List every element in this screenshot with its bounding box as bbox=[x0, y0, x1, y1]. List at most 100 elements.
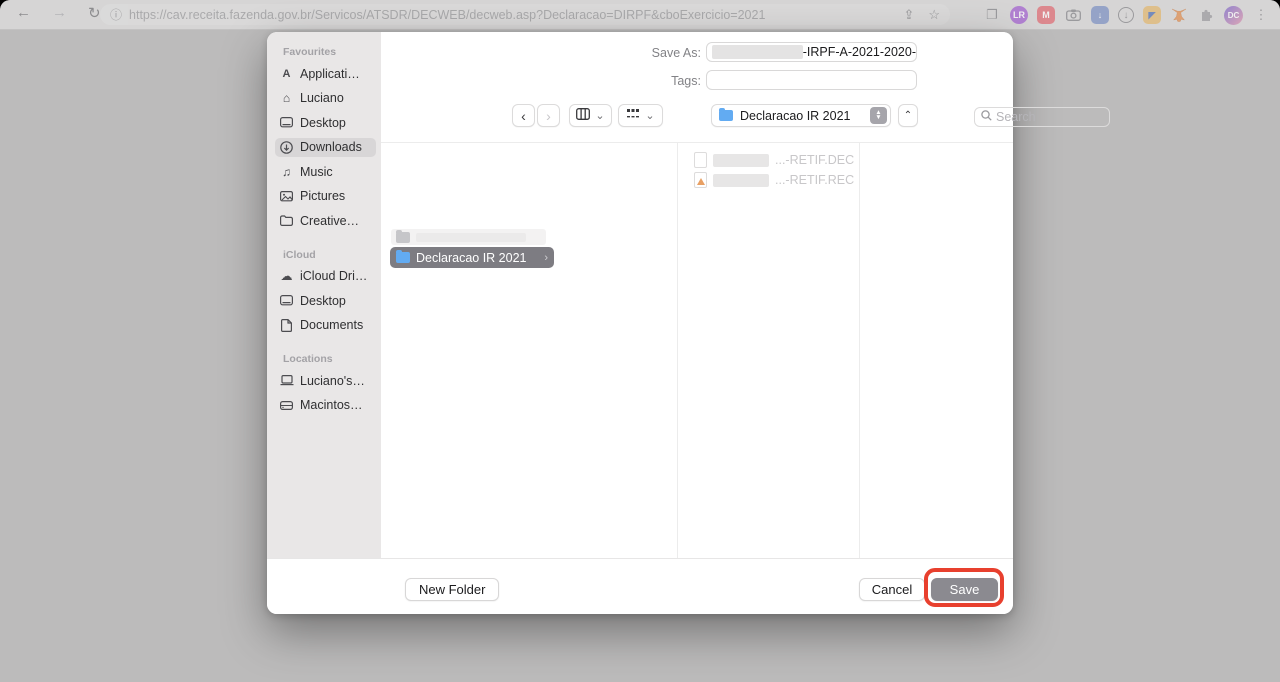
dialog-forward-button[interactable]: › bbox=[537, 104, 560, 127]
sidebar-item-label: Applicati… bbox=[300, 67, 360, 81]
profile-avatar[interactable]: DC bbox=[1224, 6, 1243, 25]
laptop-icon bbox=[279, 373, 294, 388]
sidebar-item-desktop[interactable]: Desktop bbox=[275, 113, 376, 132]
redacted-filename-block bbox=[713, 154, 769, 167]
column-view-button[interactable]: ⌄ bbox=[569, 104, 612, 127]
dialog-footer: New Folder Cancel Save bbox=[267, 558, 1013, 614]
sidebar-item-downloads[interactable]: Downloads bbox=[275, 138, 376, 157]
sidebar-item-lucianos-mac[interactable]: Luciano's… bbox=[275, 371, 376, 390]
download-badge-icon[interactable]: ↓ bbox=[1091, 6, 1109, 24]
cloud-icon: ☁ bbox=[279, 269, 294, 284]
folder-icon bbox=[279, 213, 294, 228]
forward-icon[interactable]: → bbox=[52, 4, 67, 21]
sidebar-item-documents[interactable]: Documents bbox=[275, 316, 376, 335]
save-as-label: Save As: bbox=[621, 46, 701, 60]
tags-label: Tags: bbox=[621, 74, 701, 88]
dialog-back-button[interactable]: ‹ bbox=[512, 104, 535, 127]
folder-icon bbox=[396, 232, 410, 243]
tags-field[interactable] bbox=[706, 70, 917, 90]
chevron-up-icon: ⌃ bbox=[904, 110, 912, 121]
redacted-folder-row bbox=[391, 229, 546, 245]
url-bar[interactable]: ⓘ https://cav.receita.fazenda.gov.br/Ser… bbox=[100, 4, 950, 25]
sidebar-item-label: Luciano bbox=[300, 91, 344, 105]
sidebar-item-label: Desktop bbox=[300, 294, 346, 308]
browser-window: ← → ↻ ⓘ https://cav.receita.fazenda.gov.… bbox=[0, 0, 1280, 682]
sidebar-item-applications[interactable]: A Applicati… bbox=[275, 64, 376, 83]
filename-visible-text: -IRPF-A-2021-2020- bbox=[803, 45, 916, 59]
sidebar-item-label: Luciano's… bbox=[300, 374, 365, 388]
redacted-filename-block bbox=[712, 45, 803, 59]
sidebar-item-macintosh-hd[interactable]: Macintos… bbox=[275, 396, 376, 415]
collections-icon[interactable]: ❐ bbox=[983, 6, 1001, 24]
disk-icon bbox=[279, 398, 294, 413]
search-input[interactable] bbox=[996, 110, 1103, 124]
group-view-icon bbox=[626, 107, 640, 125]
sidebar-item-label: Downloads bbox=[300, 140, 362, 154]
site-info-icon[interactable]: ⓘ bbox=[110, 6, 122, 23]
document-icon bbox=[694, 152, 707, 168]
folder-icon bbox=[719, 110, 733, 121]
chevron-right-icon: › bbox=[544, 252, 548, 264]
sidebar-section-title: iCloud bbox=[283, 249, 381, 261]
sidebar-item-pictures[interactable]: Pictures bbox=[275, 187, 376, 206]
selected-folder-label: Declaracao IR 2021 bbox=[416, 251, 526, 265]
file-browser[interactable]: Declaracao IR 2021 › ...-RETIF.DEC ...-R… bbox=[381, 142, 1013, 558]
music-icon: ♫ bbox=[279, 164, 294, 179]
folder-icon bbox=[396, 252, 410, 263]
save-button[interactable]: Save bbox=[931, 578, 998, 601]
back-icon[interactable]: ← bbox=[16, 4, 31, 21]
chevron-down-icon: ⌄ bbox=[595, 109, 604, 122]
document-icon bbox=[279, 318, 294, 333]
folder-select[interactable]: Declaracao IR 2021 ▲▼ bbox=[711, 104, 891, 127]
document-rec-icon bbox=[694, 172, 707, 188]
orange-extension-icon[interactable]: ◤ bbox=[1143, 6, 1161, 24]
sidebar-item-label: iCloud Dri… bbox=[300, 269, 367, 283]
selected-folder-row[interactable]: Declaracao IR 2021 › bbox=[390, 247, 554, 268]
save-as-field[interactable]: -IRPF-A-2021-2020- bbox=[706, 42, 917, 62]
overflow-menu-icon[interactable]: ⋮ bbox=[1252, 6, 1270, 24]
file-row[interactable]: ...-RETIF.DEC bbox=[694, 152, 854, 168]
share-icon[interactable]: ⇪ bbox=[903, 7, 914, 23]
sidebar-item-label: Music bbox=[300, 165, 333, 179]
save-dialog: Favourites A Applicati… ⌂ Luciano Deskto… bbox=[267, 32, 1013, 614]
puzzle-icon[interactable] bbox=[1197, 6, 1215, 24]
sidebar-section-title: Favourites bbox=[283, 46, 381, 58]
cancel-button[interactable]: Cancel bbox=[859, 578, 925, 601]
sidebar-item-icloud-desktop[interactable]: Desktop bbox=[275, 291, 376, 310]
column-divider bbox=[677, 143, 678, 558]
metamask-fox-icon[interactable] bbox=[1170, 6, 1188, 24]
dialog-sidebar: Favourites A Applicati… ⌂ Luciano Deskto… bbox=[267, 32, 381, 614]
sidebar-item-label: Desktop bbox=[300, 116, 346, 130]
camera-icon[interactable] bbox=[1064, 6, 1082, 24]
sidebar-item-label: Pictures bbox=[300, 189, 345, 203]
search-field[interactable] bbox=[974, 107, 1110, 127]
desktop-icon bbox=[279, 293, 294, 308]
search-icon bbox=[981, 108, 992, 126]
bookmark-star-icon[interactable]: ☆ bbox=[928, 7, 940, 23]
m-badge-icon[interactable]: M bbox=[1037, 6, 1055, 24]
sidebar-item-music[interactable]: ♫ Music bbox=[275, 162, 376, 181]
applications-icon: A bbox=[279, 66, 294, 81]
chevron-down-icon: ⌄ bbox=[645, 109, 654, 122]
downloads-icon bbox=[279, 140, 294, 155]
new-folder-button[interactable]: New Folder bbox=[405, 578, 499, 601]
column-view-icon bbox=[576, 107, 590, 125]
chevron-left-icon: ‹ bbox=[521, 108, 526, 124]
sidebar-section-title: Locations bbox=[283, 353, 381, 365]
group-view-button[interactable]: ⌄ bbox=[618, 104, 663, 127]
sidebar-item-label: Creative… bbox=[300, 214, 359, 228]
home-icon: ⌂ bbox=[279, 91, 294, 106]
sidebar-item-icloud-drive[interactable]: ☁ iCloud Dri… bbox=[275, 267, 376, 286]
sidebar-item-creative[interactable]: Creative… bbox=[275, 211, 376, 230]
download-circle-icon[interactable]: ↓ bbox=[1118, 7, 1134, 23]
lr-badge-icon[interactable]: LR bbox=[1010, 6, 1028, 24]
chevron-right-icon: › bbox=[546, 108, 551, 124]
file-row[interactable]: ...-RETIF.REC bbox=[694, 172, 854, 188]
reload-icon[interactable]: ↻ bbox=[88, 4, 101, 22]
sidebar-item-luciano[interactable]: ⌂ Luciano bbox=[275, 89, 376, 108]
stepper-icon: ▲▼ bbox=[870, 107, 887, 124]
dialog-header: Save As: -IRPF-A-2021-2020- Tags: ‹ › ⌄ … bbox=[381, 32, 1013, 142]
collapse-dialog-button[interactable]: ⌃ bbox=[898, 104, 918, 127]
file-name: ...-RETIF.DEC bbox=[775, 153, 854, 167]
url-text: https://cav.receita.fazenda.gov.br/Servi… bbox=[129, 8, 889, 22]
